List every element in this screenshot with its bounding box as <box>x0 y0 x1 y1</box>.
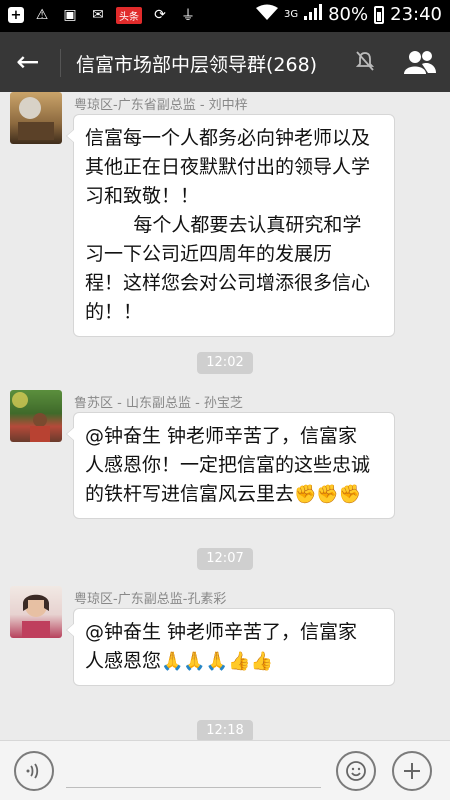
signal-icon <box>304 4 323 25</box>
avatar[interactable] <box>10 92 62 144</box>
message-line: 的！！ <box>85 301 143 323</box>
mute-icon <box>355 51 375 76</box>
timestamp-chip: 12:07 <box>197 548 253 570</box>
message-line: 其他正在日夜默默付出的领导人学 <box>85 156 371 178</box>
message-line: 的铁杆写进信富风云里去✊✊✊ <box>85 480 383 509</box>
timestamp-chip: 12:18 <box>197 720 253 740</box>
battery-icon <box>374 5 385 24</box>
sender-name: 鲁苏区 - 山东副总监 - 孙宝芝 <box>74 396 243 411</box>
avatar[interactable] <box>10 390 62 442</box>
battery-percent: 80% <box>328 4 369 25</box>
chat-title: 信富市场部中层领导群(268) <box>76 54 318 76</box>
network-type: 3G <box>283 9 299 20</box>
clock: 23:40 <box>390 4 442 25</box>
message-line: 习和致敬！！ <box>85 185 200 207</box>
message-input[interactable] <box>66 787 321 788</box>
warning-icon: ⚠ <box>35 7 49 23</box>
message-text: 的铁杆写进信富风云里去 <box>85 483 295 505</box>
avatar[interactable] <box>10 586 62 638</box>
image-icon: ▣ <box>63 7 77 23</box>
message-line: 每个人都要去认真研究和学 <box>85 214 362 236</box>
message-line: 信富每一个人都务必向钟老师以及 <box>85 127 371 149</box>
message-bubble[interactable]: @钟奋生 钟老师辛苦了，信富家 人感恩您🙏🙏🙏👍👍 <box>66 608 395 686</box>
message-line: @钟奋生 钟老师辛苦了，信富家 <box>85 621 358 643</box>
emoji-icon[interactable] <box>336 751 376 791</box>
message-line: 人感恩你！一定把信富的这些忠诚 <box>85 454 371 476</box>
mail-icon: ✉ <box>92 7 104 23</box>
message-line: 程！这样您会对公司增添很多信心 <box>85 272 371 294</box>
message-bubble[interactable]: @钟奋生 钟老师辛苦了，信富家 人感恩你！一定把信富的这些忠诚 的铁杆写进信富风… <box>66 412 395 519</box>
input-bar <box>0 740 450 800</box>
chat-header: ← 信富市场部中层领导群(268) <box>0 32 450 92</box>
plus-icon[interactable] <box>392 751 432 791</box>
add-icon: + <box>8 7 24 23</box>
group-members-icon[interactable] <box>404 49 436 75</box>
wifi-icon <box>255 4 278 25</box>
message-line: 习一下公司近四周年的发展历 <box>85 243 333 265</box>
back-arrow-icon[interactable]: ← <box>16 46 39 78</box>
pray-thumbs-emoji: 🙏🙏🙏👍👍 <box>161 651 274 672</box>
fist-emoji: ✊✊✊ <box>294 484 362 505</box>
sender-name: 粤琼区-广东副总监-孔素彩 <box>74 592 227 607</box>
message-line: 人感恩您🙏🙏🙏👍👍 <box>85 647 383 676</box>
message-list[interactable]: 粤琼区-广东省副总监 - 刘中梓 信富每一个人都务必向钟老师以及 其他正在日夜默… <box>0 92 450 740</box>
header-divider <box>60 49 61 77</box>
status-left-icons: + ⚠ ▣ ✉ 头条 ⟳ ⏚ <box>8 5 198 25</box>
status-bar: + ⚠ ▣ ✉ 头条 ⟳ ⏚ 3G 80% 23:40 <box>0 0 450 32</box>
message-line: @钟奋生 钟老师辛苦了，信富家 <box>85 425 358 447</box>
sender-name: 粤琼区-广东省副总监 - 刘中梓 <box>74 98 248 113</box>
sync-icon: ⟳ <box>154 7 166 23</box>
voice-icon[interactable] <box>14 751 54 791</box>
message-bubble[interactable]: 信富每一个人都务必向钟老师以及 其他正在日夜默默付出的领导人学 习和致敬！！ 每… <box>66 114 395 337</box>
usb-icon: ⏚ <box>181 8 195 24</box>
news-app-icon: 头条 <box>116 6 142 24</box>
status-right-icons: 3G 80% 23:40 <box>255 4 442 25</box>
message-text: 人感恩您 <box>85 650 162 672</box>
timestamp-chip: 12:02 <box>197 352 253 374</box>
